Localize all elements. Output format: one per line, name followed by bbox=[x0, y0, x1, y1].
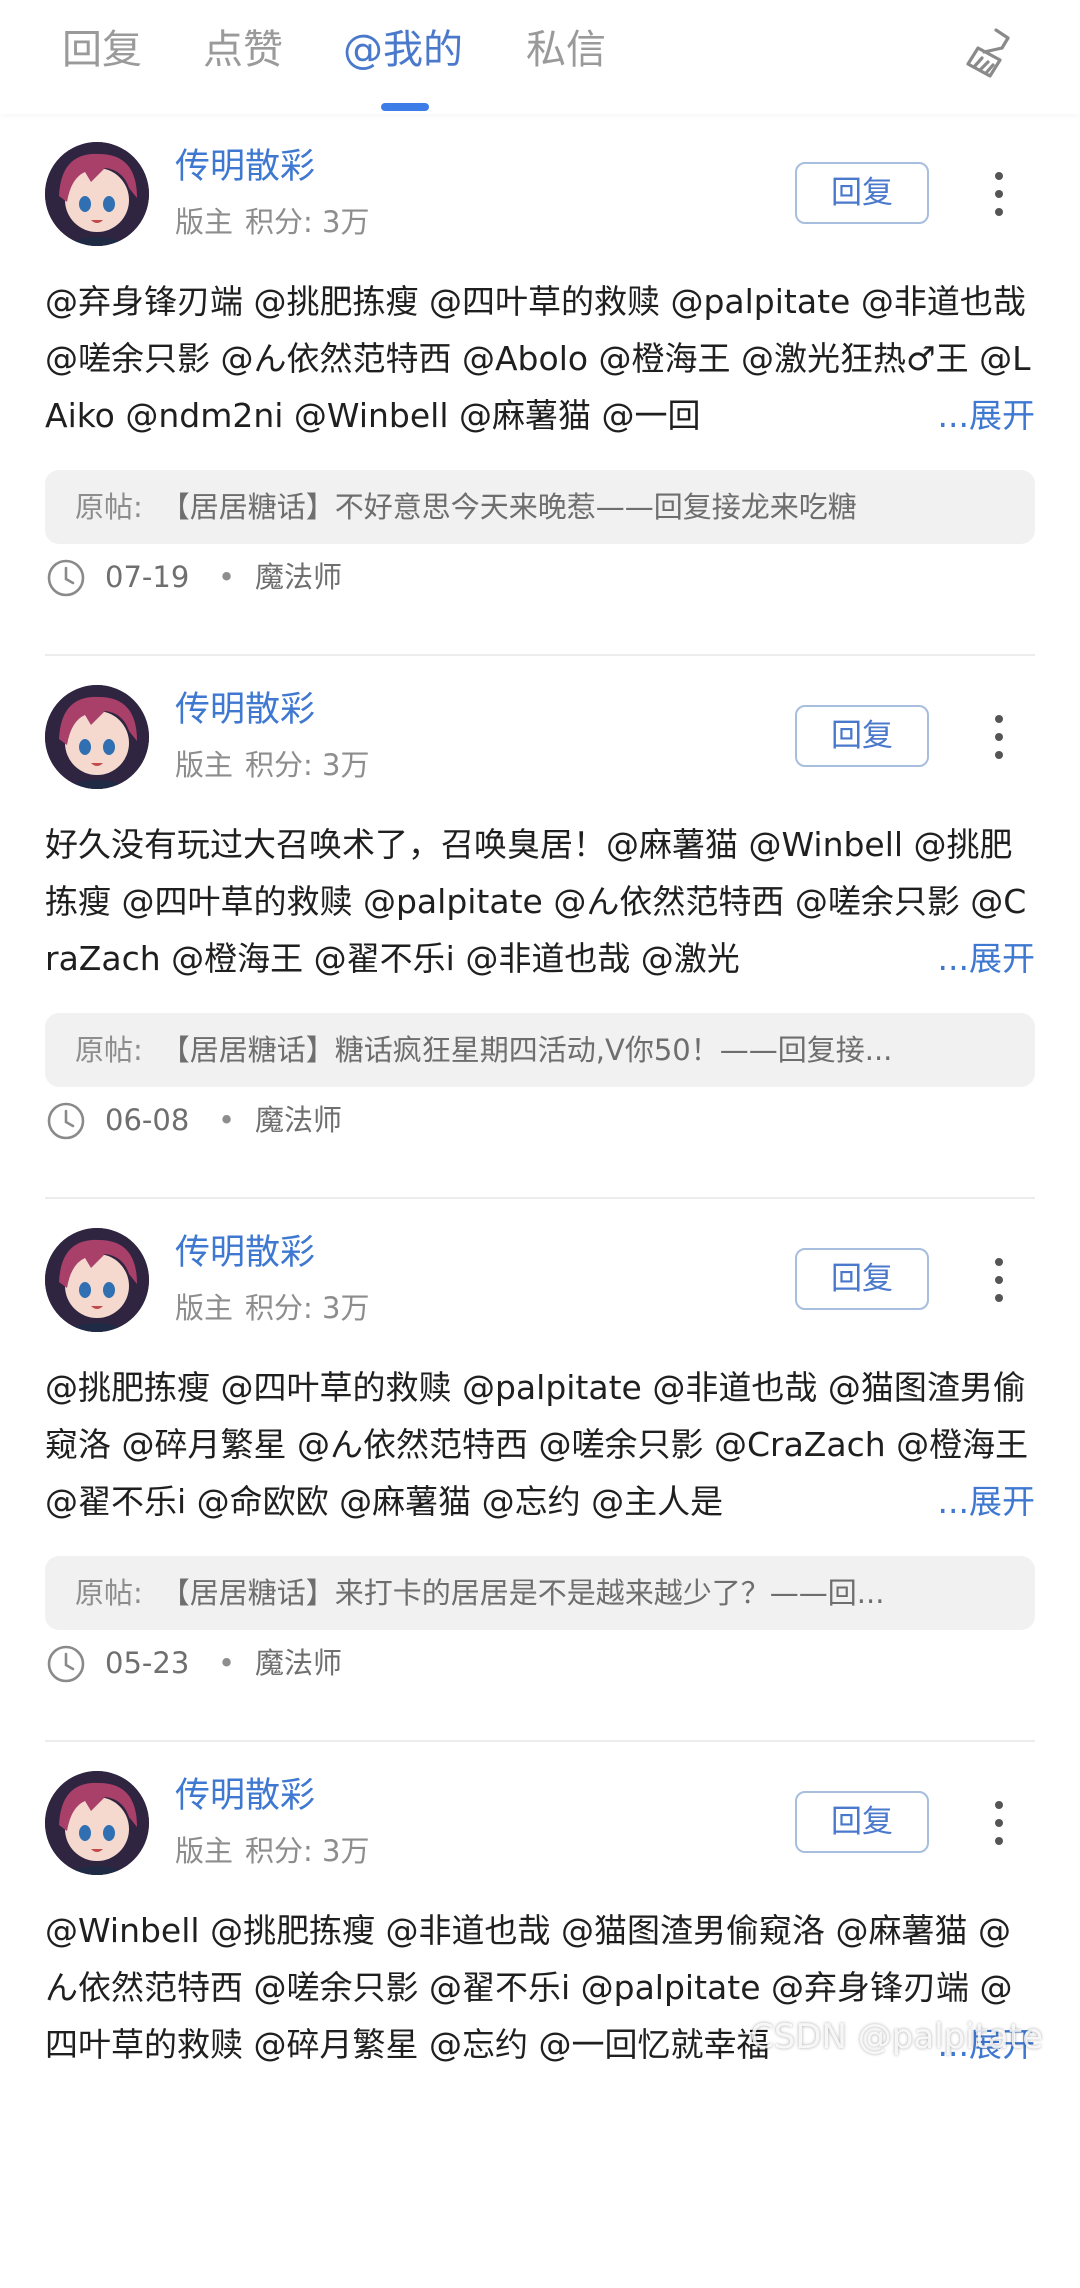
tab-replies[interactable]: 回复 bbox=[62, 22, 142, 78]
more-icon[interactable] bbox=[980, 1795, 1016, 1851]
list-item: 传明散彩 版主 积分: 3万 回复 好久没有玩过大召唤术了，召唤臭居！@麻薯猫 @… bbox=[0, 659, 1080, 1202]
reply-button[interactable]: 回复 bbox=[795, 1791, 929, 1853]
divider bbox=[45, 1197, 1035, 1199]
points-label: 积分: 3万 bbox=[245, 205, 370, 239]
points-label: 积分: 3万 bbox=[245, 1291, 370, 1325]
clock-icon bbox=[47, 1102, 85, 1140]
mention-list: 传明散彩 版主 积分: 3万 回复 @弃身锋刃端 @挑肥拣瘦 @四叶草的救赎 @p… bbox=[0, 116, 1080, 2288]
post-date: 05-23 bbox=[105, 1646, 190, 1680]
role-label: 版主 bbox=[175, 205, 234, 239]
more-icon[interactable] bbox=[980, 166, 1016, 222]
role-label: 版主 bbox=[175, 1291, 234, 1325]
avatar[interactable] bbox=[45, 142, 149, 246]
list-item: 传明散彩 版主 积分: 3万 回复 @弃身锋刃端 @挑肥拣瘦 @四叶草的救赎 @p… bbox=[0, 116, 1080, 659]
expand-link[interactable]: ...展开 bbox=[937, 1473, 1035, 1530]
active-tab-indicator bbox=[381, 103, 429, 111]
mention-content: @弃身锋刃端 @挑肥拣瘦 @四叶草的救赎 @palpitate @非道也哉 @嗟… bbox=[45, 273, 1035, 444]
mention-text: @挑肥拣瘦 @四叶草的救赎 @palpitate @非道也哉 @猫图渣男偷窥洛 … bbox=[45, 1368, 1029, 1521]
watermark: CSDN @palpitate bbox=[750, 2017, 1044, 2057]
more-icon[interactable] bbox=[980, 1252, 1016, 1308]
username[interactable]: 传明散彩 bbox=[175, 687, 315, 733]
divider bbox=[45, 1740, 1035, 1742]
tab-bar: 回复 点赞 @我的 私信 bbox=[0, 0, 1080, 114]
user-meta: 版主 积分: 3万 bbox=[175, 202, 369, 242]
original-post-label: 原帖: bbox=[75, 1576, 143, 1610]
original-post-label: 原帖: bbox=[75, 1033, 143, 1067]
list-item: 传明散彩 版主 积分: 3万 回复 @挑肥拣瘦 @四叶草的救赎 @palpitat… bbox=[0, 1202, 1080, 1745]
role-label: 版主 bbox=[175, 748, 234, 782]
original-post[interactable]: 原帖: 【居居糖话】不好意思今天来晚惹——回复接龙来吃糖 bbox=[45, 470, 1035, 544]
broom-icon[interactable] bbox=[960, 22, 1020, 82]
original-post[interactable]: 原帖: 【居居糖话】糖话疯狂星期四活动,V你50！——回复接... bbox=[45, 1013, 1035, 1087]
more-icon[interactable] bbox=[980, 709, 1016, 765]
reply-button[interactable]: 回复 bbox=[795, 162, 929, 224]
post-date: 06-08 bbox=[105, 1103, 190, 1137]
post-date: 07-19 bbox=[105, 560, 190, 594]
avatar[interactable] bbox=[45, 1771, 149, 1875]
clock-icon bbox=[47, 559, 85, 597]
tab-likes[interactable]: 点赞 bbox=[203, 22, 283, 78]
user-meta: 版主 积分: 3万 bbox=[175, 745, 369, 785]
separator-dot: • bbox=[218, 560, 236, 594]
role-label: 版主 bbox=[175, 1834, 234, 1868]
user-level: 魔法师 bbox=[255, 560, 343, 594]
points-label: 积分: 3万 bbox=[245, 748, 370, 782]
user-level: 魔法师 bbox=[255, 1646, 343, 1680]
original-post-title: 【居居糖话】来打卡的居居是不是越来越少了？——回... bbox=[160, 1576, 885, 1610]
tab-messages[interactable]: 私信 bbox=[526, 22, 606, 78]
username[interactable]: 传明散彩 bbox=[175, 144, 315, 190]
user-meta: 版主 积分: 3万 bbox=[175, 1288, 369, 1328]
reply-button[interactable]: 回复 bbox=[795, 1248, 929, 1310]
avatar[interactable] bbox=[45, 1228, 149, 1332]
expand-link[interactable]: ...展开 bbox=[937, 387, 1035, 444]
avatar[interactable] bbox=[45, 685, 149, 789]
original-post-title: 【居居糖话】不好意思今天来晚惹——回复接龙来吃糖 bbox=[160, 490, 857, 524]
points-label: 积分: 3万 bbox=[245, 1834, 370, 1868]
original-post-title: 【居居糖话】糖话疯狂星期四活动,V你50！——回复接... bbox=[160, 1033, 893, 1067]
original-post-label: 原帖: bbox=[75, 490, 143, 524]
username[interactable]: 传明散彩 bbox=[175, 1230, 315, 1276]
user-meta: 版主 积分: 3万 bbox=[175, 1831, 369, 1871]
separator-dot: • bbox=[218, 1103, 236, 1137]
reply-button[interactable]: 回复 bbox=[795, 705, 929, 767]
user-level: 魔法师 bbox=[255, 1103, 343, 1137]
mention-content: 好久没有玩过大召唤术了，召唤臭居！@麻薯猫 @Winbell @挑肥拣瘦 @四叶… bbox=[45, 816, 1035, 987]
original-post[interactable]: 原帖: 【居居糖话】来打卡的居居是不是越来越少了？——回... bbox=[45, 1556, 1035, 1630]
mention-text: 好久没有玩过大召唤术了，召唤臭居！@麻薯猫 @Winbell @挑肥拣瘦 @四叶… bbox=[45, 825, 1027, 978]
expand-link[interactable]: ...展开 bbox=[937, 930, 1035, 987]
separator-dot: • bbox=[218, 1646, 236, 1680]
mention-text: @弃身锋刃端 @挑肥拣瘦 @四叶草的救赎 @palpitate @非道也哉 @嗟… bbox=[45, 282, 1031, 435]
clock-icon bbox=[47, 1645, 85, 1683]
divider bbox=[45, 654, 1035, 656]
tab-mentions[interactable]: @我的 bbox=[343, 22, 463, 78]
mention-content: @挑肥拣瘦 @四叶草的救赎 @palpitate @非道也哉 @猫图渣男偷窥洛 … bbox=[45, 1359, 1035, 1530]
username[interactable]: 传明散彩 bbox=[175, 1773, 315, 1819]
